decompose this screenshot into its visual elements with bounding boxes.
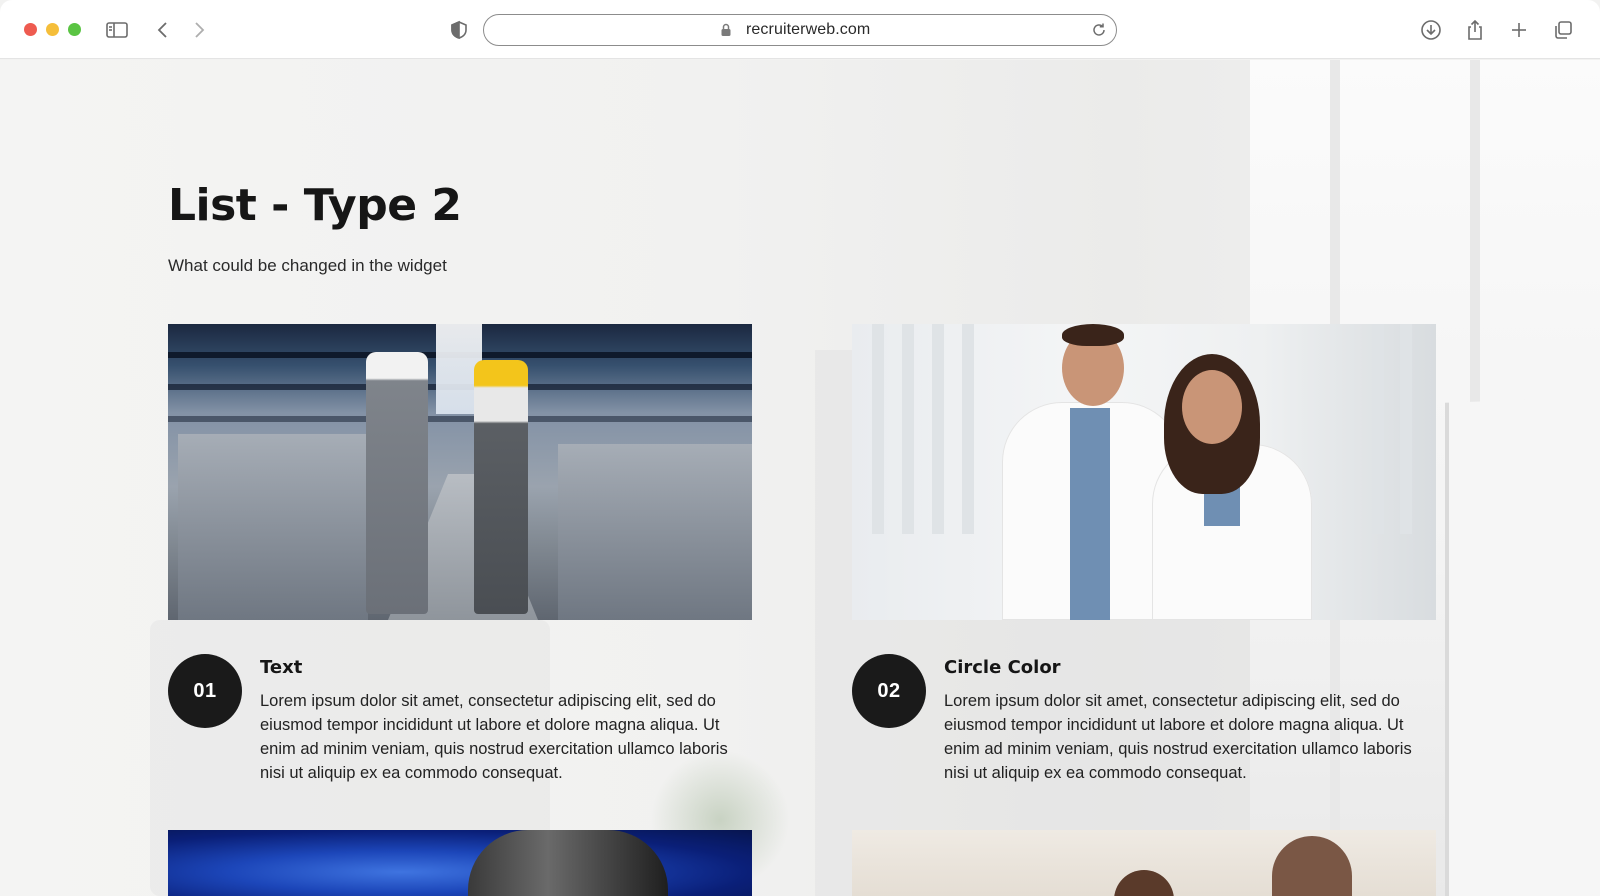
warehouse-workers-image xyxy=(168,324,752,620)
forward-icon[interactable] xyxy=(186,17,212,43)
page-subtitle: What could be changed in the widget xyxy=(168,256,447,275)
zoom-window-button[interactable] xyxy=(68,23,81,36)
back-icon[interactable] xyxy=(150,17,176,43)
list-item: 02 Circle Color Lorem ipsum dolor sit am… xyxy=(852,324,1436,790)
list-item: 01 Text Lorem ipsum dolor sit amet, cons… xyxy=(168,324,752,790)
item-description: Lorem ipsum dolor sit amet, consectetur … xyxy=(260,692,728,782)
url-text: recruiterweb.com xyxy=(746,21,871,38)
item-title: Text xyxy=(260,657,303,678)
new-tab-icon[interactable] xyxy=(1506,17,1532,43)
tech-worker-image xyxy=(168,830,752,896)
minimize-window-button[interactable] xyxy=(46,23,59,36)
share-icon[interactable] xyxy=(1462,17,1488,43)
lock-icon xyxy=(720,23,732,42)
background-whiteboard xyxy=(1445,397,1600,896)
tab-overview-icon[interactable] xyxy=(1550,17,1576,43)
page-background: List - Type 2 What could be changed in t… xyxy=(0,60,1600,896)
page-title: List - Type 2 xyxy=(168,180,462,231)
office-team-image xyxy=(852,830,1436,896)
reload-icon[interactable] xyxy=(1090,21,1108,44)
download-icon[interactable] xyxy=(1418,17,1444,43)
doctors-image xyxy=(852,324,1436,620)
sidebar-toggle-icon[interactable] xyxy=(104,17,130,43)
item-title: Circle Color xyxy=(944,657,1061,678)
number-circle: 01 xyxy=(168,654,242,728)
item-description: Lorem ipsum dolor sit amet, consectetur … xyxy=(944,692,1412,782)
number-circle: 02 xyxy=(852,654,926,728)
close-window-button[interactable] xyxy=(24,23,37,36)
address-bar[interactable]: recruiterweb.com xyxy=(483,14,1117,46)
privacy-shield-icon[interactable] xyxy=(446,17,472,43)
browser-toolbar: recruiterweb.com xyxy=(0,0,1600,59)
